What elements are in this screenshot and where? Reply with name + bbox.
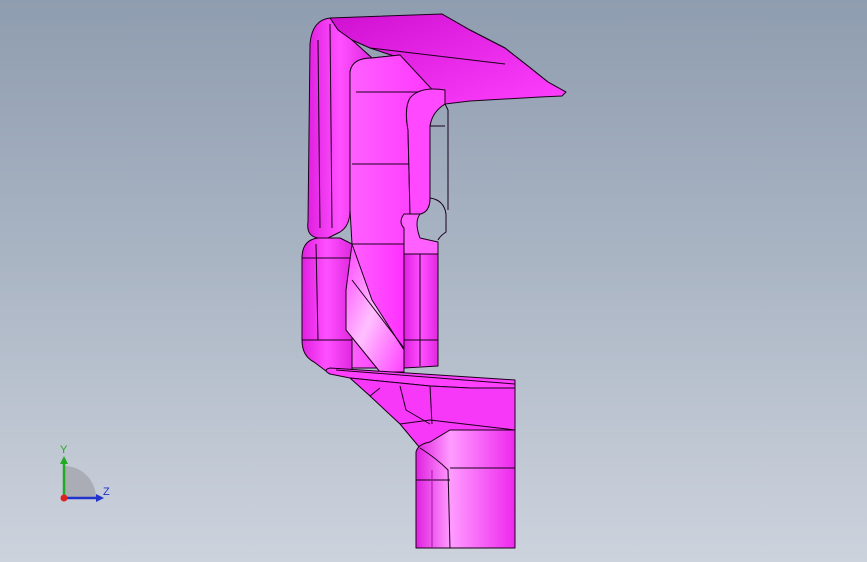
x-axis-dot-icon: [60, 494, 68, 502]
lower-rib-face: [403, 253, 439, 369]
y-axis-label: Y: [60, 444, 68, 456]
3d-model-view[interactable]: [0, 0, 867, 562]
orientation-triad[interactable]: Y Z: [48, 440, 118, 510]
upper-rib-face: [405, 88, 446, 215]
y-axis-arrow-icon: [60, 456, 68, 464]
graphics-viewport[interactable]: Y Z: [0, 0, 867, 562]
triad-quadrant-shade: [64, 466, 96, 498]
z-axis-label: Z: [103, 486, 110, 498]
bead-notch: [400, 213, 439, 255]
post-face: [415, 429, 516, 549]
